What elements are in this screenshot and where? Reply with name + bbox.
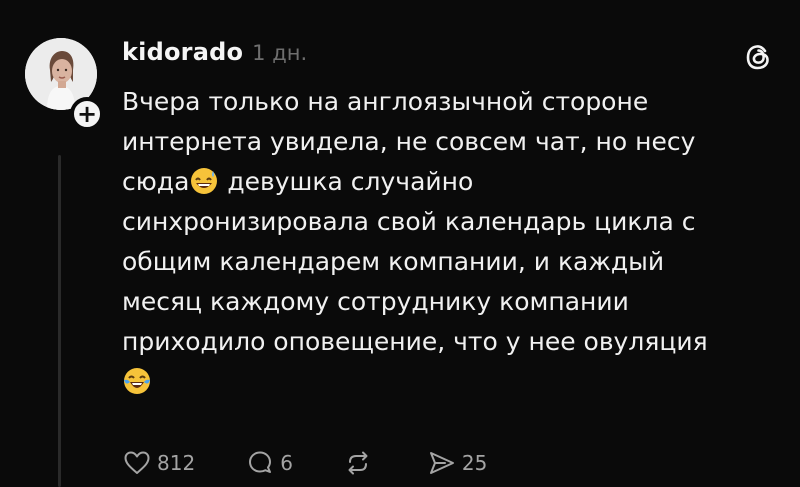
plus-icon: + bbox=[76, 100, 98, 128]
post-text-line: месяц каждому сотруднику компании bbox=[122, 287, 629, 316]
like-count: 812 bbox=[157, 451, 196, 475]
share-count: 25 bbox=[461, 451, 488, 475]
post-actions: 812 6 25 bbox=[122, 443, 487, 483]
post-text-fragment: девушка случайно bbox=[219, 167, 474, 196]
post-text-line: интернета увидела, не совсем чат, но нес… bbox=[122, 127, 696, 156]
repost-icon bbox=[348, 451, 368, 475]
post-header: kidorado 1 дн. bbox=[122, 38, 307, 78]
comment-button[interactable]: 6 bbox=[245, 448, 293, 478]
send-icon bbox=[429, 452, 454, 474]
threads-logo-icon bbox=[741, 40, 775, 74]
post-text-line: Вчера только на англоязычной стороне bbox=[122, 87, 649, 116]
like-button[interactable]: 812 bbox=[122, 448, 195, 478]
thread-line bbox=[58, 155, 61, 487]
tears-of-joy-emoji bbox=[122, 366, 152, 408]
post-text: Вчера только на англоязычной стороне инт… bbox=[122, 82, 772, 402]
post-text-fragment: сюда bbox=[122, 167, 190, 196]
post-text-line: приходило оповещение, что у нее овуляция bbox=[122, 327, 708, 356]
follow-button[interactable]: + bbox=[70, 97, 104, 131]
post-text-line: сюда девушка случайно bbox=[122, 162, 772, 202]
post-time: 1 дн. bbox=[252, 41, 308, 65]
post-text-line: синхронизировала свой календарь цикла с bbox=[122, 207, 696, 236]
comment-icon bbox=[249, 451, 272, 473]
comment-count: 6 bbox=[280, 451, 293, 475]
post-text-line bbox=[122, 362, 772, 402]
username[interactable]: kidorado bbox=[122, 38, 243, 66]
repost-button[interactable] bbox=[343, 448, 373, 478]
post-text-line: общим календарем компании, и каждый bbox=[122, 247, 665, 276]
send-button[interactable]: 25 bbox=[427, 448, 487, 478]
thread-post: + kidorado 1 дн. Вчера только на англояз… bbox=[0, 0, 800, 487]
heart-icon bbox=[124, 451, 150, 474]
